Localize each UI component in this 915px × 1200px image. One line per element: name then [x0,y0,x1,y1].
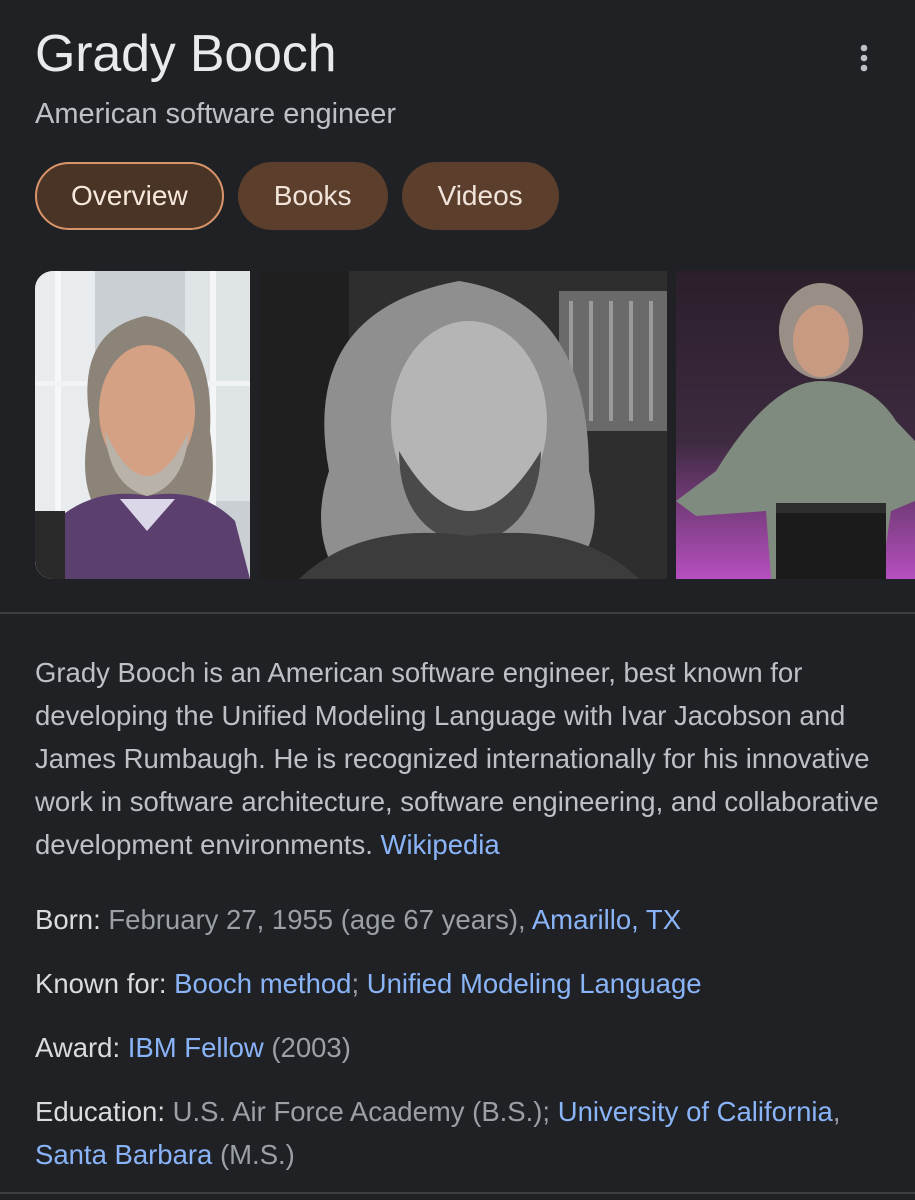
tab-chips: Overview Books Videos [35,162,559,230]
facts-list: Born: February 27, 1955 (age 67 years), … [35,898,885,1197]
fact-value: U.S. Air Force Academy (B.S.); [172,1096,558,1127]
description: Grady Booch is an American software engi… [35,651,885,866]
santa-barbara-link[interactable]: Santa Barbara [35,1139,212,1170]
uml-link[interactable]: Unified Modeling Language [367,968,702,999]
tab-books[interactable]: Books [237,162,388,230]
panel-title: Grady Booch [35,25,337,83]
fact-label: Education: [35,1096,165,1127]
knowledge-panel-header: Grady Booch American software engineer [35,22,880,134]
fact-label: Born: [35,904,101,935]
fact-award: Award: IBM Fellow (2003) [35,1026,885,1069]
separator: , [832,1096,841,1127]
wikipedia-link[interactable]: Wikipedia [380,829,499,860]
fact-known-for: Known for: Booch method; Unified Modelin… [35,962,885,1005]
more-vert-icon [860,44,868,72]
photo-portrait-2[interactable] [259,271,667,579]
more-options-button[interactable] [848,42,880,74]
photo-portrait-1[interactable] [35,271,250,579]
booch-method-link[interactable]: Booch method [174,968,351,999]
separator: ; [351,968,367,999]
fact-value: February 27, 1955 (age 67 years), [108,904,532,935]
photo-stage[interactable] [676,271,915,579]
fact-born: Born: February 27, 1955 (age 67 years), … [35,898,885,941]
tab-overview[interactable]: Overview [35,162,224,230]
tab-videos[interactable]: Videos [401,162,559,230]
image-gallery [35,271,915,579]
uc-link[interactable]: University of California [558,1096,833,1127]
section-divider [0,1192,915,1194]
award-year: (2003) [263,1032,351,1063]
fact-label: Award: [35,1032,121,1063]
fact-education: Education: U.S. Air Force Academy (B.S.)… [35,1090,885,1176]
degree: (M.S.) [212,1139,295,1170]
section-divider [0,612,915,614]
ibm-fellow-link[interactable]: IBM Fellow [128,1032,264,1063]
fact-label: Known for: [35,968,167,999]
birthplace-link[interactable]: Amarillo, TX [532,904,681,935]
panel-subtitle: American software engineer [35,98,397,130]
